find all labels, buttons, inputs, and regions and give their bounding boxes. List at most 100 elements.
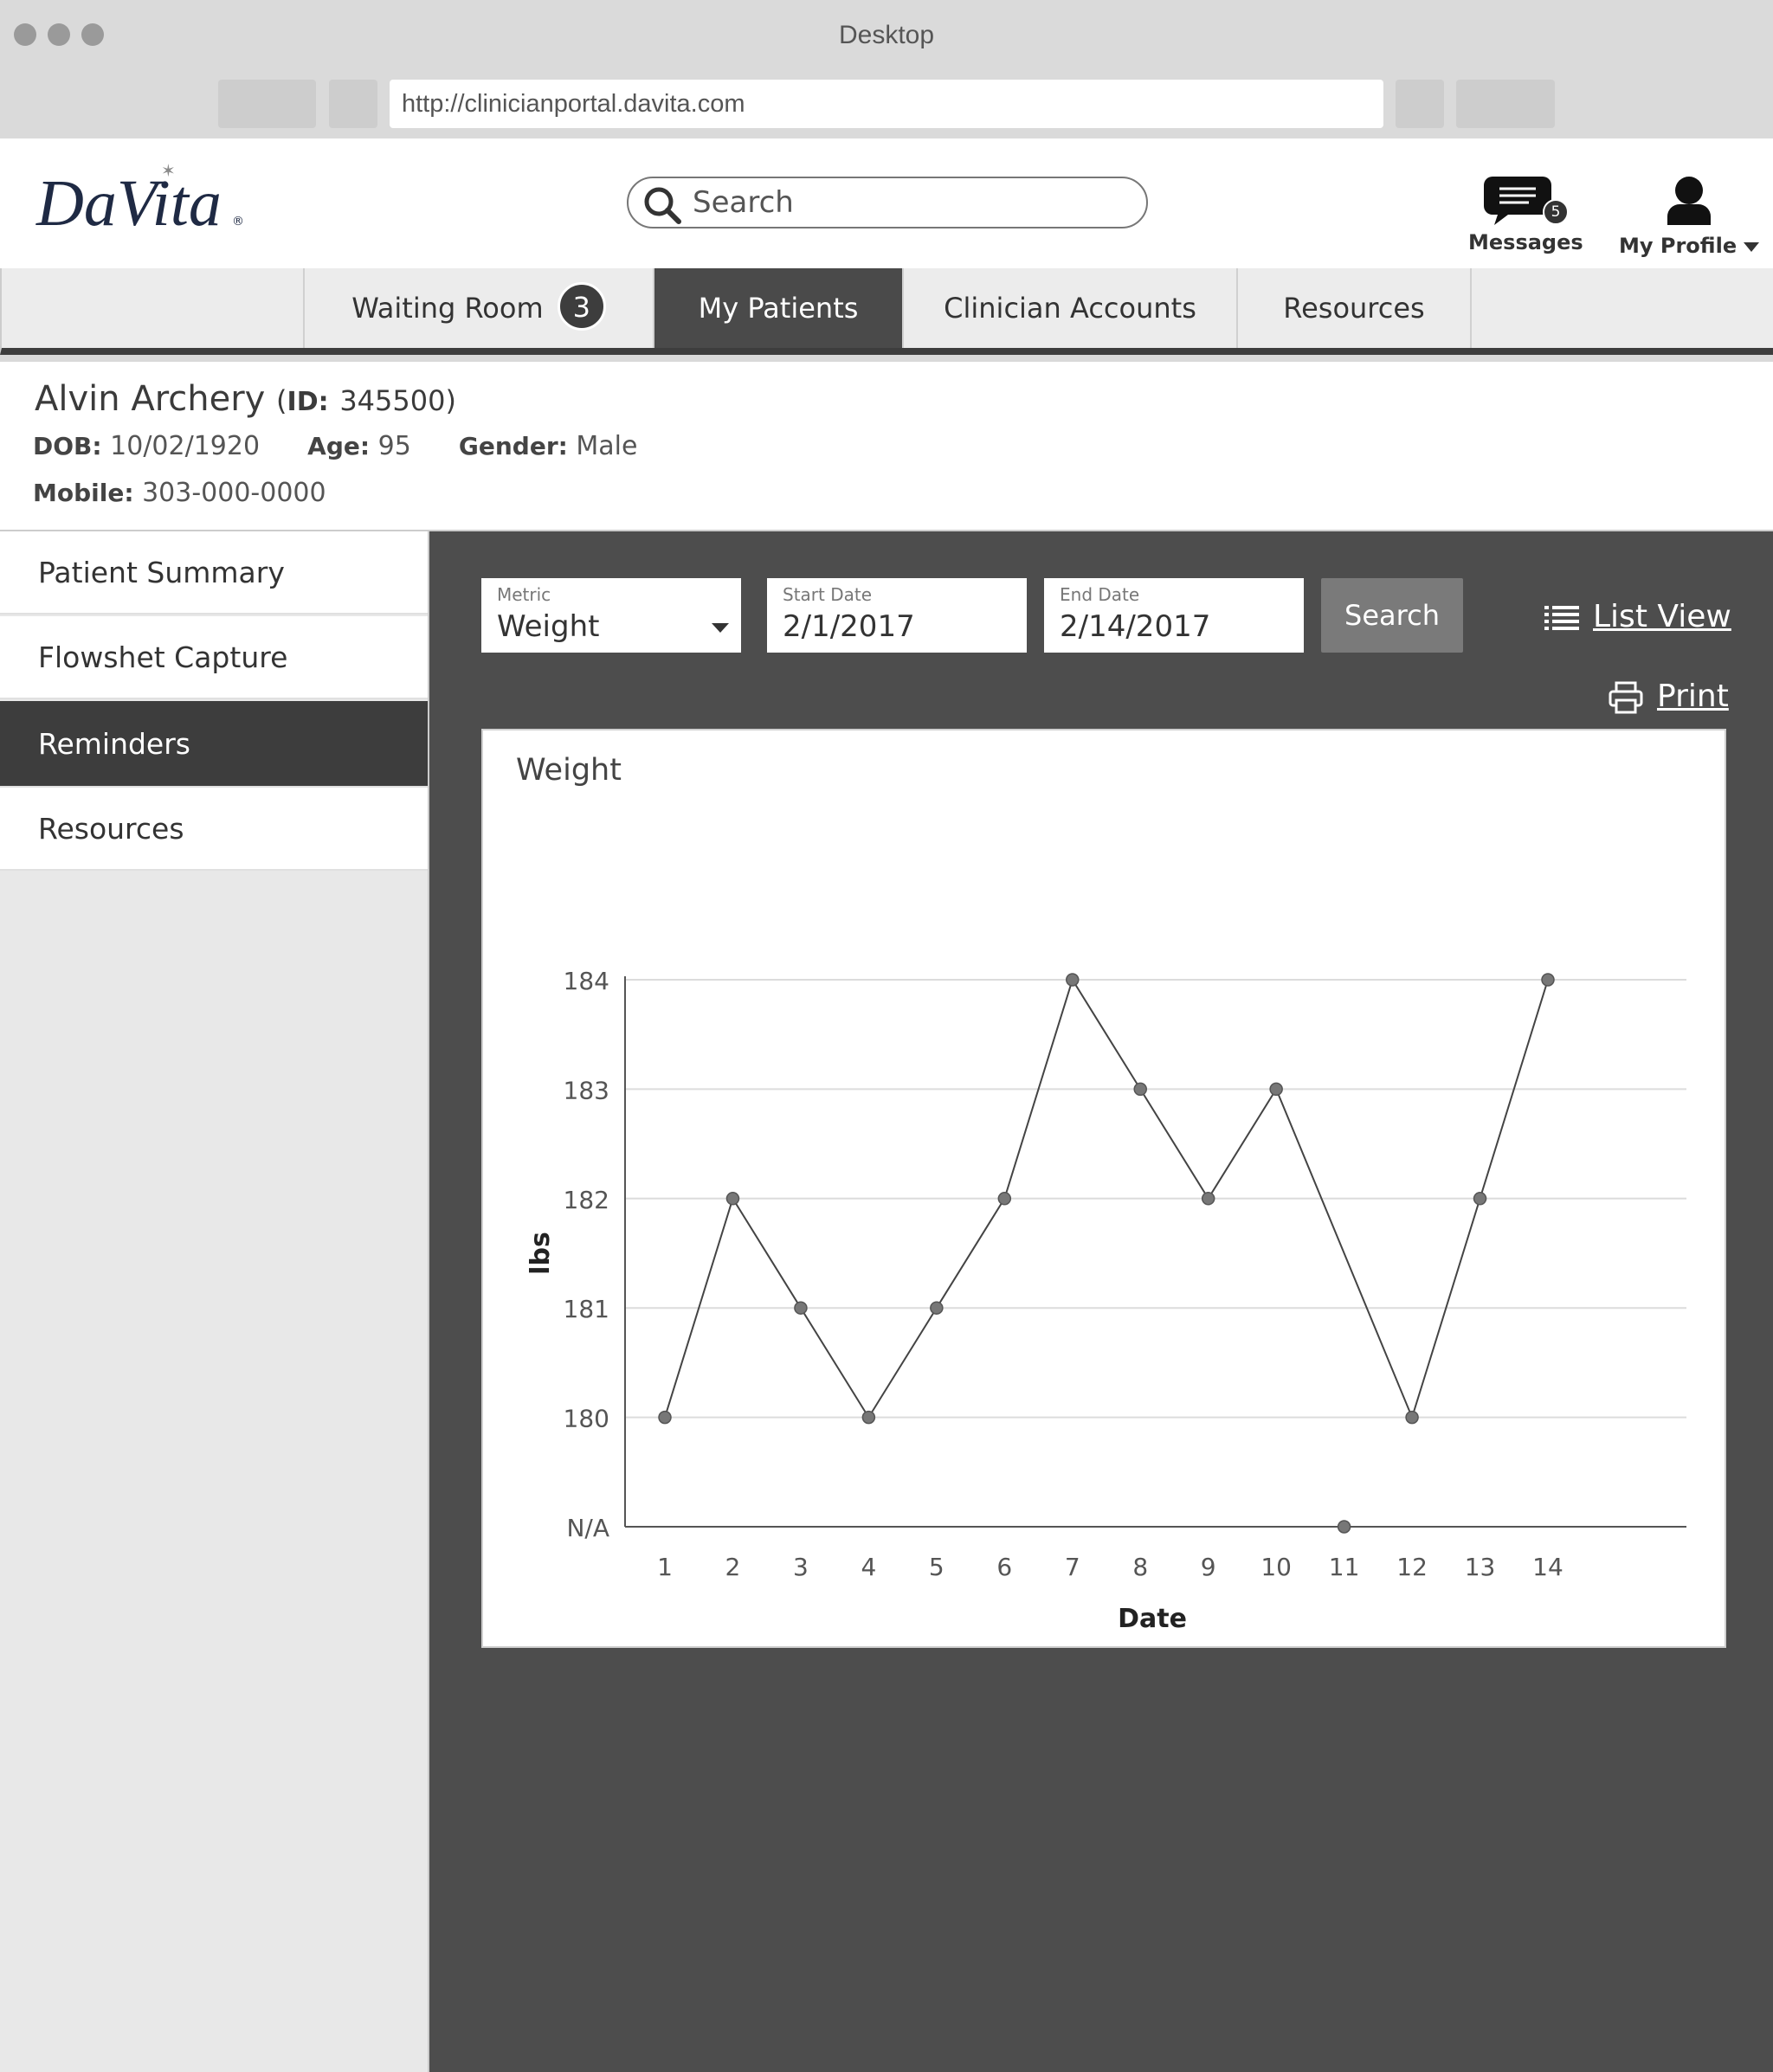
weight-line-chart: N/A1801811821831841 2 3 4 5 6 7 8 9 10 11 12 13 14Dat… <box>525 967 1686 1634</box>
y-tick-label: 184 <box>564 967 609 995</box>
messages-count-badge: 5 <box>1543 199 1569 225</box>
sidebar-item-resources[interactable]: Resources <box>0 788 428 871</box>
site-header: DaVita ✶ ® 5 Messages My Profile <box>0 138 1773 268</box>
main-nav: Waiting Room 3 My Patients Clinician Acc… <box>0 268 1773 355</box>
y-tick-label: N/A <box>566 1514 609 1542</box>
x-tick-label: 4 <box>861 1553 876 1581</box>
y-axis-label: lbs <box>525 1232 556 1275</box>
patient-header: Alvin Archery (ID: 345500) DOB: 10/02/19… <box>0 362 1773 531</box>
search-input[interactable] <box>693 185 1125 220</box>
y-tick-label: 180 <box>564 1405 609 1433</box>
data-point <box>658 1410 672 1425</box>
tab-my-patients[interactable]: My Patients <box>653 268 902 348</box>
search-icon <box>644 187 681 224</box>
end-date-field[interactable]: End Date 2/14/2017 <box>1044 578 1304 653</box>
address-bar[interactable]: http://clinicianportal.davita.com <box>390 80 1383 128</box>
start-date-value: 2/1/2017 <box>783 609 915 644</box>
patient-demographics: DOB: 10/02/1920 Age: 95 Gender: Male <box>33 431 637 461</box>
x-tick-label: 5 <box>929 1553 945 1581</box>
age-value: 95 <box>377 431 411 461</box>
list-view-link[interactable]: List View <box>1544 599 1731 634</box>
end-date-value: 2/14/2017 <box>1060 609 1211 644</box>
printer-icon <box>1609 681 1643 714</box>
mobile-label: Mobile: <box>33 479 134 507</box>
x-tick-label: 14 <box>1532 1553 1563 1581</box>
data-point <box>930 1301 944 1315</box>
data-point <box>794 1301 808 1315</box>
end-date-label: End Date <box>1060 584 1140 605</box>
x-tick-label: 9 <box>1201 1553 1216 1581</box>
start-date-label: Start Date <box>783 584 873 605</box>
data-point <box>1473 1192 1487 1206</box>
data-point <box>1066 973 1080 987</box>
profile-button[interactable]: My Profile <box>1619 173 1760 258</box>
metric-label: Metric <box>497 584 551 605</box>
messages-button[interactable]: 5 Messages <box>1468 173 1583 254</box>
x-tick-label: 11 <box>1329 1553 1360 1581</box>
x-tick-label: 3 <box>793 1553 809 1581</box>
weight-chart-card: Weight N/A 180 181 182 183 184 1 2 3 4 5 6 7 8 9 10 11 12… <box>481 729 1726 1648</box>
browser-menu-button[interactable] <box>1456 80 1555 128</box>
dropdown-caret-icon <box>712 623 729 633</box>
data-point <box>1133 1082 1147 1097</box>
gender-value: Male <box>576 431 638 461</box>
patient-name-row: Alvin Archery (ID: 345500) <box>35 379 456 419</box>
y-tick-label: 182 <box>564 1186 609 1214</box>
gender-label: Gender: <box>458 432 568 460</box>
profile-label-row: My Profile <box>1619 234 1760 258</box>
data-point <box>1405 1410 1419 1425</box>
x-tick-label: 6 <box>996 1553 1012 1581</box>
tab-resources[interactable]: Resources <box>1236 268 1472 348</box>
list-icon <box>1544 606 1579 630</box>
list-view-label: List View <box>1593 599 1731 634</box>
patient-name: Alvin Archery <box>35 379 266 419</box>
data-point <box>1541 973 1555 987</box>
data-point <box>725 1192 740 1206</box>
tab-waiting-room-label: Waiting Room <box>351 292 544 325</box>
metric-value: Weight <box>497 609 600 644</box>
x-axis-label: Date <box>1118 1604 1187 1634</box>
sidebar-item-flowsheet-capture[interactable]: Flowshet Capture <box>0 616 428 699</box>
back-button[interactable] <box>218 80 316 128</box>
main-content: Metric Weight Start Date 2/1/2017 End Da… <box>429 531 1773 2072</box>
x-tick-label: 13 <box>1465 1553 1496 1581</box>
data-point <box>1201 1192 1215 1206</box>
reload-button[interactable] <box>1396 80 1444 128</box>
x-tick-label: 8 <box>1132 1553 1148 1581</box>
svg-text:®: ® <box>232 215 244 228</box>
sidebar-item-patient-summary[interactable]: Patient Summary <box>0 531 428 615</box>
print-label: Print <box>1657 679 1729 714</box>
chart-title: Weight <box>516 753 622 788</box>
y-tick-label: 181 <box>564 1295 609 1323</box>
x-tick-label: 10 <box>1260 1553 1292 1581</box>
chevron-down-icon <box>1744 242 1760 252</box>
forward-button[interactable] <box>329 80 377 128</box>
start-date-field[interactable]: Start Date 2/1/2017 <box>767 578 1027 653</box>
x-tick-label: 12 <box>1396 1553 1428 1581</box>
dob-value: 10/02/1920 <box>110 431 261 461</box>
svg-text:✶: ✶ <box>161 160 176 181</box>
waiting-room-count-badge: 3 <box>557 282 606 331</box>
global-search[interactable] <box>627 177 1148 228</box>
sidebar-item-reminders[interactable]: Reminders <box>0 701 428 788</box>
davita-logo[interactable]: DaVita ✶ ® <box>35 158 260 244</box>
browser-chrome: Desktop http://clinicianportal.davita.co… <box>0 0 1773 138</box>
patient-id-label: ID: <box>287 387 329 417</box>
data-point <box>1269 1082 1283 1097</box>
tab-clinician-accounts[interactable]: Clinician Accounts <box>902 268 1236 348</box>
data-point <box>861 1410 876 1425</box>
user-icon <box>1667 177 1712 225</box>
patient-sidebar: Patient Summary Flowshet Capture Reminde… <box>0 531 429 2072</box>
print-link[interactable]: Print <box>1609 679 1729 714</box>
x-tick-label: 7 <box>1065 1553 1080 1581</box>
x-tick-label: 2 <box>725 1553 741 1581</box>
dob-label: DOB: <box>33 432 102 460</box>
tab-waiting-room[interactable]: Waiting Room 3 <box>303 268 653 348</box>
metric-select[interactable]: Metric Weight <box>481 578 741 653</box>
messages-label: Messages <box>1468 230 1583 254</box>
missing-data-point <box>1337 1520 1351 1534</box>
patient-id: 345500 <box>339 384 446 417</box>
search-button[interactable]: Search <box>1321 578 1463 653</box>
patient-contact: Mobile: 303-000-0000 <box>33 478 326 508</box>
data-point <box>997 1192 1012 1206</box>
